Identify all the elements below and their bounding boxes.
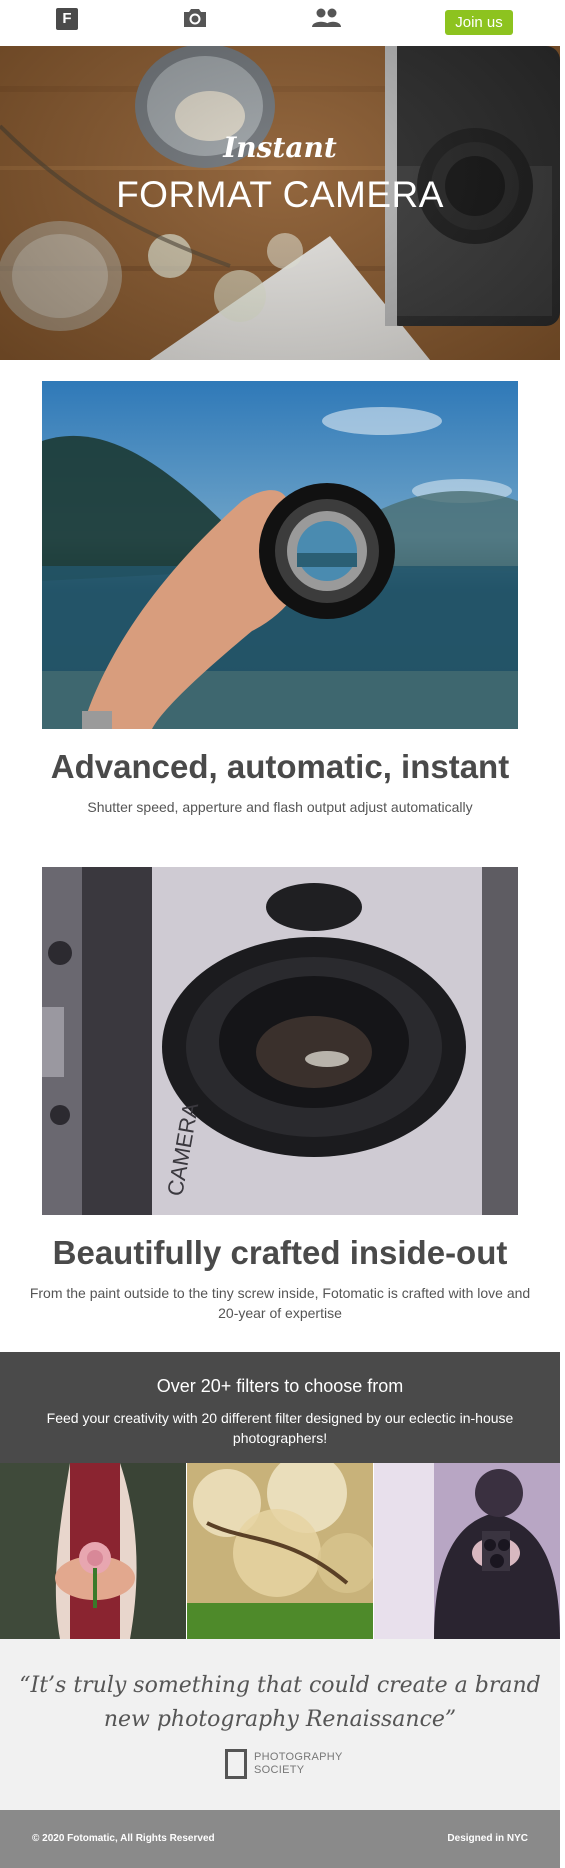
hero-script-text: Instant xyxy=(223,131,337,164)
camera-icon[interactable] xyxy=(182,7,208,34)
photography-society-logo-icon xyxy=(225,1749,247,1779)
feature-title: Advanced, automatic, instant xyxy=(50,748,510,785)
org-name-line1: PHOTOGRAPHY xyxy=(254,1751,343,1763)
footer: © 2020 Fotomatic, All Rights Reserved De… xyxy=(0,1810,560,1868)
hero-banner: Instant FORMAT CAMERA xyxy=(0,46,560,360)
people-icon[interactable] xyxy=(310,7,342,34)
filter-thumbnails xyxy=(0,1463,560,1639)
feature-title: Beautifully crafted inside-out xyxy=(52,1234,508,1271)
feature-image-camera-lens: CAMERA xyxy=(42,867,518,1215)
filter-thumbnail[interactable] xyxy=(374,1463,560,1639)
filter-thumbnail[interactable] xyxy=(187,1463,373,1639)
testimonial-quote: “It’s truly something that could create … xyxy=(19,1673,541,1732)
footer-copyright: © 2020 Fotomatic, All Rights Reserved xyxy=(32,1833,215,1844)
filter-thumbnail[interactable] xyxy=(0,1463,186,1639)
logo-f-icon[interactable]: F xyxy=(56,8,78,30)
footer-credit: Designed in NYC xyxy=(447,1833,528,1844)
join-us-button[interactable]: Join us xyxy=(445,10,513,35)
filters-band: Over 20+ filters to choose from Feed you… xyxy=(0,1352,560,1463)
feature-subtitle: From the paint outside to the tiny screw… xyxy=(29,1285,531,1321)
hero-title: FORMAT CAMERA xyxy=(116,174,444,215)
landing-page: F Join us Instant FORMAT CAMERA Advanced… xyxy=(0,0,560,1868)
filters-title: Over 20+ filters to choose from xyxy=(156,1376,404,1396)
filters-subtitle: Feed your creativity with 20 different f… xyxy=(46,1410,514,1446)
top-nav: F Join us xyxy=(0,0,560,46)
testimonial-org: PHOTOGRAPHY SOCIETY xyxy=(254,1751,343,1777)
feature-subtitle: Shutter speed, apperture and flash outpu… xyxy=(87,799,473,815)
org-name-line2: SOCIETY xyxy=(254,1764,305,1776)
testimonial: “It’s truly something that could create … xyxy=(0,1639,560,1810)
feature-image-lens-lake xyxy=(42,381,518,729)
